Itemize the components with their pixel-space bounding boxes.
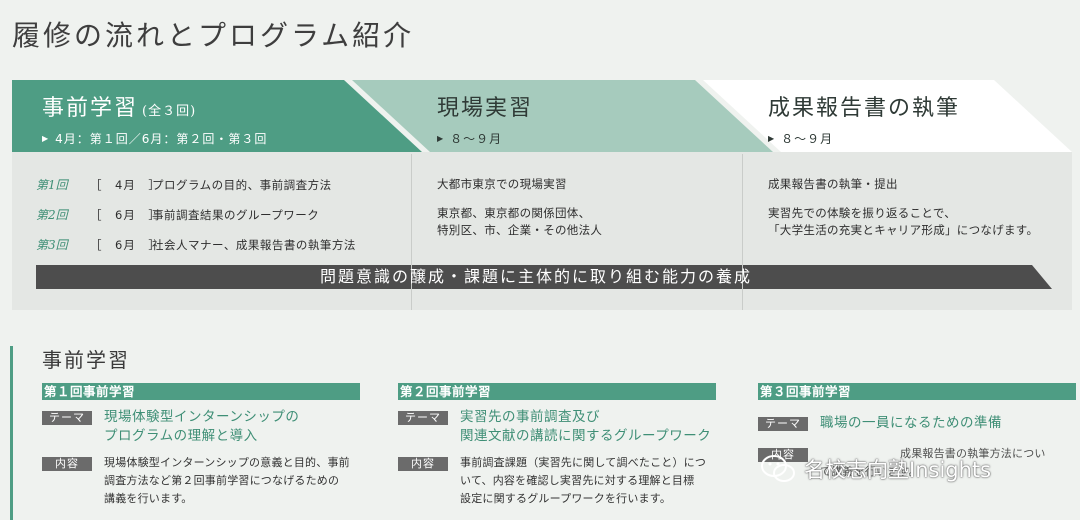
triangle-bullet-icon: ▶ bbox=[42, 134, 50, 143]
theme-row: テーマ 職場の一員になるための準備 bbox=[758, 414, 1076, 433]
section-accent-bar bbox=[10, 346, 13, 520]
theme-line: 実習先の事前調査及び bbox=[460, 409, 600, 425]
content-tag: 内容 bbox=[42, 457, 92, 471]
stage2-body-line: 大都市東京での現場実習 bbox=[437, 177, 567, 191]
theme-tag: テーマ bbox=[398, 411, 448, 425]
session-card: 第１回事前学習 テーマ 現場体験型インターンシップの プログラムの理解と導入 内… bbox=[42, 383, 360, 508]
stage3-body-line: 成果報告書の執筆・提出 bbox=[768, 177, 898, 191]
section-title: 事前学習 bbox=[42, 348, 130, 372]
stage3-schedule-line: ▶ ８〜９月 bbox=[768, 130, 960, 147]
stage2-schedule: ８〜９月 bbox=[450, 132, 503, 146]
session-month: ［ 6月 ］ bbox=[90, 238, 161, 252]
stage1-title: 事前学習 bbox=[42, 96, 139, 121]
theme-tag: テーマ bbox=[42, 411, 92, 425]
banner-text: 問題意識の醸成・課題に主体的に取り組む能力の養成 bbox=[319, 267, 752, 286]
content-row: 内容 事前調査課題（実習先に関して調べたこと）につ いて、内容を確認し実習先に対… bbox=[398, 454, 716, 508]
session-month: ［ 4月 ］ bbox=[90, 178, 161, 192]
stage2-header: 現場実習 ▶ ８〜９月 bbox=[437, 80, 533, 152]
session-row: 第2回 ［ 6月 ］ 事前調査結果のグループワーク bbox=[36, 206, 356, 236]
theme-line: プログラムの理解と導入 bbox=[104, 428, 258, 444]
content-line: 設定に関するグループワークを行います。 bbox=[460, 492, 672, 505]
theme-row: テーマ 実習先の事前調査及び 関連文献の講読に関するグループワーク bbox=[398, 408, 716, 446]
content-line: 事前調査課題（実習先に関して調べたこと）につ bbox=[460, 456, 707, 469]
stage2-body-line: 特別区、市、企業・その他法人 bbox=[437, 223, 603, 237]
content-line: 調査方法など第２回事前学習につなげるための bbox=[104, 474, 340, 487]
content-row: 内容 現場体験型インターンシップの意義と目的、事前 調査方法など第２回事前学習に… bbox=[42, 454, 360, 508]
session-card: 第２回事前学習 テーマ 実習先の事前調査及び 関連文献の講読に関するグループワー… bbox=[398, 383, 716, 508]
watermark: 名校志向塾Insights bbox=[760, 454, 991, 484]
stage3-body-line: 「大学生活の充実とキャリア形成」につなげます。 bbox=[768, 223, 1039, 237]
stage1-note: (全３回) bbox=[142, 104, 197, 119]
stage2-schedule-line: ▶ ８〜９月 bbox=[437, 130, 533, 147]
session-description: 事前調査結果のグループワーク bbox=[152, 208, 320, 222]
session-number: 第1回 bbox=[36, 178, 68, 192]
content-text: 現場体験型インターンシップの意義と目的、事前 調査方法など第２回事前学習につなげ… bbox=[104, 454, 350, 508]
card-heading: 第２回事前学習 bbox=[398, 383, 716, 400]
theme-line: 関連文献の講読に関するグループワーク bbox=[460, 428, 712, 444]
theme-line: 職場の一員になるための準備 bbox=[820, 415, 1002, 431]
triangle-bullet-icon: ▶ bbox=[768, 134, 776, 143]
stage2-title: 現場実習 bbox=[437, 96, 534, 121]
theme-text: 実習先の事前調査及び 関連文献の講読に関するグループワーク bbox=[460, 408, 711, 446]
card-heading: 第１回事前学習 bbox=[42, 383, 360, 400]
content-line: いて、内容を確認し実習先に対する理解と目標 bbox=[460, 474, 695, 487]
triangle-bullet-icon: ▶ bbox=[437, 134, 445, 143]
session-description: プログラムの目的、事前調査方法 bbox=[152, 178, 332, 192]
wechat-icon bbox=[761, 455, 795, 482]
stage2-body-line: 東京都、東京都の関係団体、 bbox=[437, 206, 591, 220]
stage3-body: 成果報告書の執筆・提出 実習先での体験を振り返ることで、 「大学生活の充実とキャ… bbox=[768, 176, 1038, 239]
content-line: 現場体験型インターンシップの意義と目的、事前 bbox=[104, 456, 350, 469]
content-line: 講義を行います。 bbox=[104, 492, 193, 505]
session-number: 第3回 bbox=[36, 238, 68, 252]
stage2-body: 大都市東京での現場実習 東京都、東京都の関係団体、 特別区、市、企業・その他法人 bbox=[437, 176, 602, 239]
content-text: 事前調査課題（実習先に関して調べたこと）につ いて、内容を確認し実習先に対する理… bbox=[460, 454, 706, 508]
card-heading: 第３回事前学習 bbox=[758, 383, 1076, 400]
session-month: ［ 6月 ］ bbox=[90, 208, 161, 222]
session-row: 第1回 ［ 4月 ］ プログラムの目的、事前調査方法 bbox=[36, 176, 356, 206]
watermark-text: 名校志向塾Insights bbox=[804, 458, 992, 482]
stage2-chevron bbox=[352, 80, 773, 152]
stage1-schedule-line: ▶ 4月：第１回／6月：第２回・第３回 bbox=[42, 130, 267, 147]
page-title: 履修の流れとプログラム紹介 bbox=[12, 19, 415, 52]
content-tag: 内容 bbox=[398, 457, 448, 471]
session-list: 第1回 ［ 4月 ］ プログラムの目的、事前調査方法 第2回 ［ 6月 ］ 事前… bbox=[36, 176, 356, 266]
theme-line: 現場体験型インターンシップの bbox=[104, 409, 300, 425]
session-description: 社会人マナー、成果報告書の執筆方法 bbox=[152, 238, 356, 252]
stage3-schedule: ８〜９月 bbox=[781, 132, 834, 146]
stage3-title: 成果報告書の執筆 bbox=[768, 96, 961, 121]
stage1-header: 事前学習 (全３回) ▶ 4月：第１回／6月：第２回・第３回 bbox=[42, 80, 267, 152]
stage3-body-line: 実習先での体験を振り返ることで、 bbox=[768, 206, 956, 220]
theme-row: テーマ 現場体験型インターンシップの プログラムの理解と導入 bbox=[42, 408, 360, 446]
flow-section: 事前学習 (全３回) ▶ 4月：第１回／6月：第２回・第３回 現場実習 ▶ ８〜９月 … bbox=[12, 80, 1072, 310]
theme-tag: テーマ bbox=[758, 417, 808, 431]
stage1-schedule: 4月：第１回／6月：第２回・第３回 bbox=[55, 132, 268, 146]
theme-text: 職場の一員になるための準備 bbox=[820, 414, 1002, 433]
stage1-title-line: 事前学習 (全３回) bbox=[42, 90, 267, 122]
session-number: 第2回 bbox=[36, 208, 68, 222]
session-row: 第3回 ［ 6月 ］ 社会人マナー、成果報告書の執筆方法 bbox=[36, 236, 356, 266]
theme-text: 現場体験型インターンシップの プログラムの理解と導入 bbox=[104, 408, 299, 446]
stage3-header: 成果報告書の執筆 ▶ ８〜９月 bbox=[768, 80, 960, 152]
